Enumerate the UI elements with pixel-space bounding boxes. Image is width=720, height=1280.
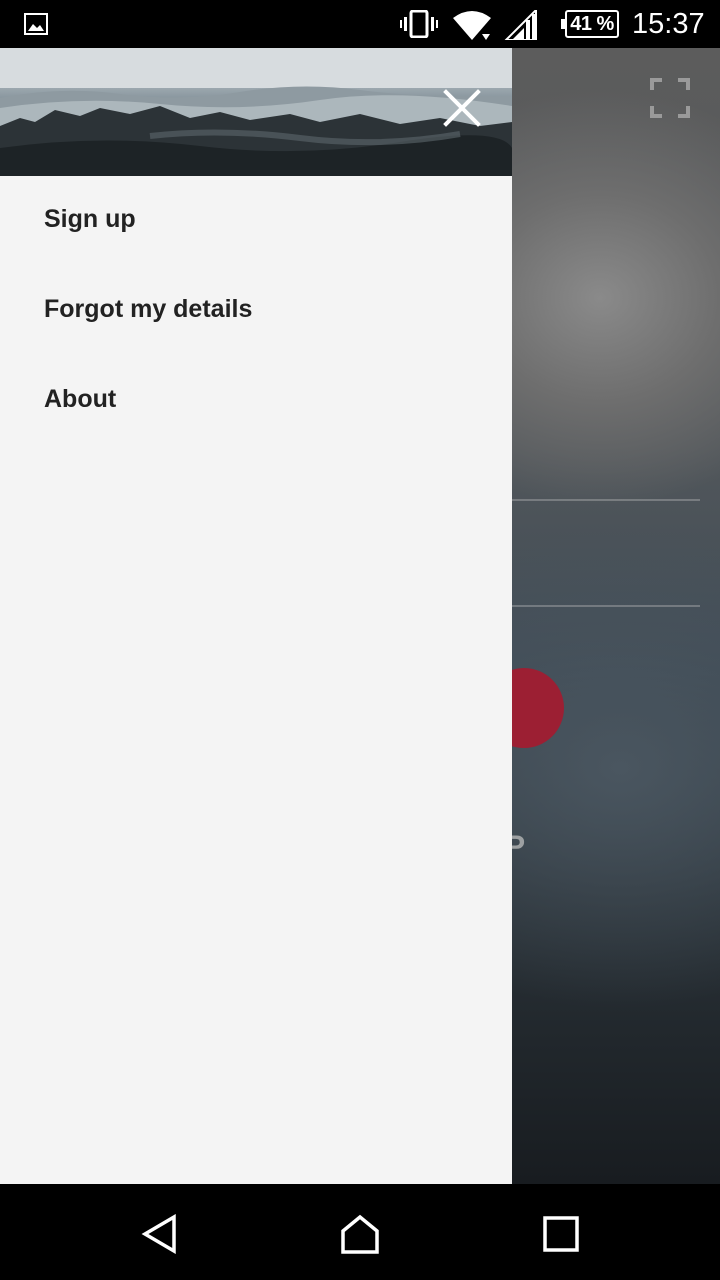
input-underline (512, 605, 700, 607)
clock: 15:37 (632, 8, 705, 40)
menu-item-sign-up[interactable]: Sign up (0, 174, 512, 264)
close-icon[interactable] (440, 86, 484, 130)
fullscreen-icon[interactable] (650, 78, 690, 118)
drawer-menu: Sign up Forgot my details About (0, 174, 512, 444)
status-bar: 41 % 15:37 (0, 0, 720, 48)
input-underline (512, 499, 700, 501)
battery-level: 41 % (570, 13, 614, 35)
mountain-landscape-image (0, 48, 512, 176)
signal-icon (504, 10, 537, 40)
vibrate-icon (400, 10, 438, 38)
recents-icon[interactable] (541, 1214, 581, 1254)
drawer-header-image (0, 48, 512, 176)
system-nav-bar (0, 1184, 720, 1280)
battery-icon: 41 % (561, 10, 619, 38)
menu-item-about[interactable]: About (0, 354, 512, 444)
wifi-icon (453, 11, 491, 40)
menu-item-forgot-details[interactable]: Forgot my details (0, 264, 512, 354)
home-icon[interactable] (340, 1214, 380, 1254)
back-icon[interactable] (140, 1214, 180, 1254)
gallery-icon (24, 13, 48, 35)
navigation-drawer: Sign up Forgot my details About (0, 48, 512, 1184)
